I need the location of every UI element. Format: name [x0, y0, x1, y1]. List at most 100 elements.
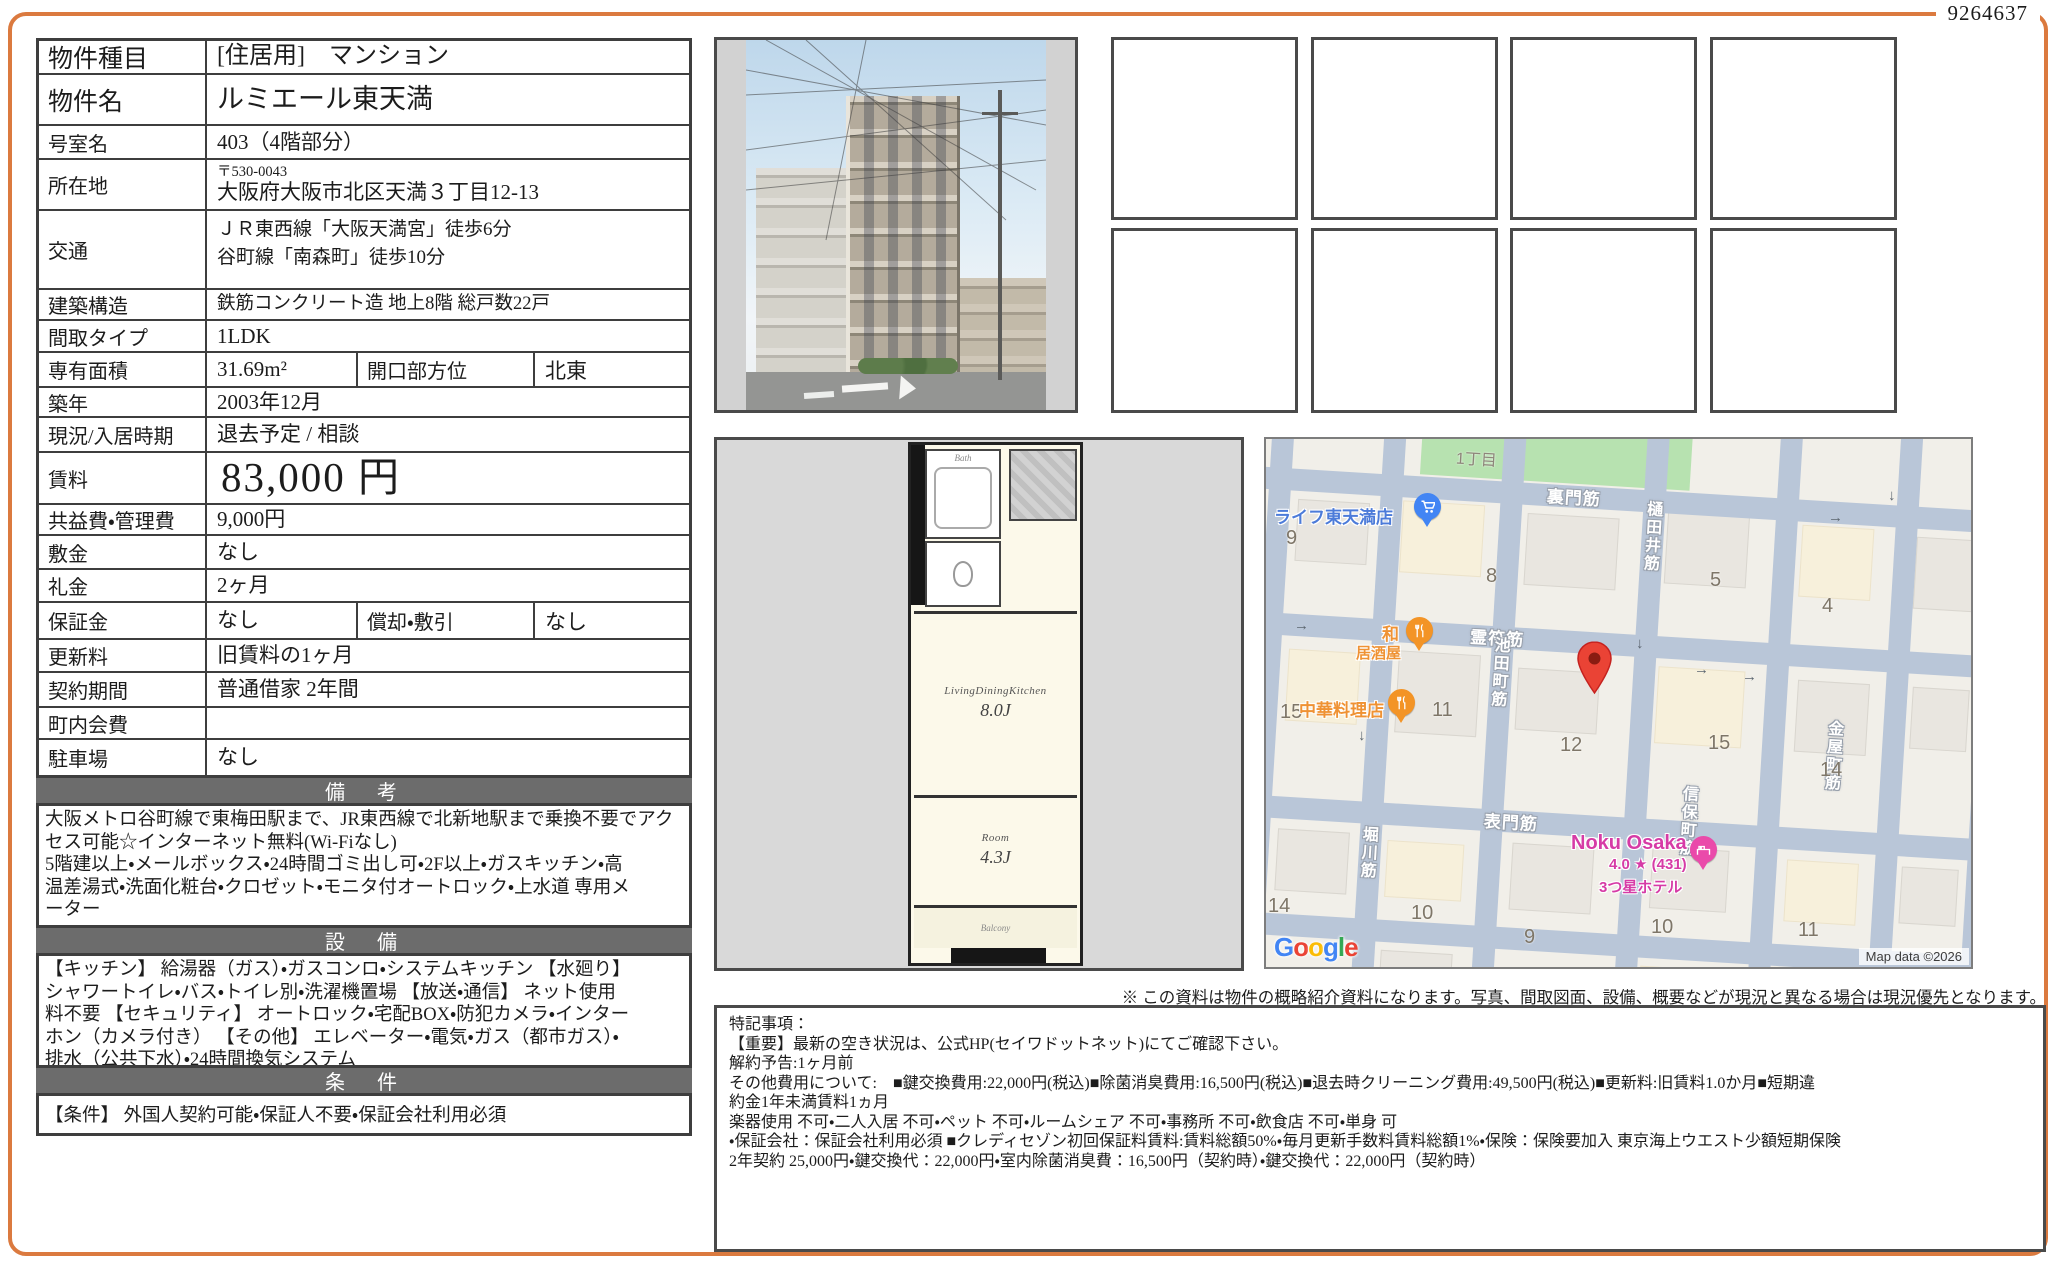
map-arrow-icon: → [1828, 509, 1843, 526]
floorplan-elevator [1009, 449, 1077, 521]
row-value-text: 大阪府大阪市北区天満３丁目12-13 [217, 180, 689, 204]
property-row: 共益費・管理費9,000円 [39, 505, 689, 536]
special-notes-line: その他費用について: ■鍵交換費用:22,000円(税込)■除菌消臭費用:16,… [729, 1074, 2031, 1094]
property-row: 号室名 403（4階部分） [39, 126, 689, 160]
property-row: 町内会費 [39, 708, 689, 740]
row-value-text: 1LDK [217, 324, 689, 348]
map-building [1798, 525, 1874, 601]
room-label: Room [982, 832, 1010, 844]
map-copyright: Map data ©2026 [1859, 948, 1969, 965]
property-row: 保証金なし償却・敷引なし [39, 603, 689, 640]
map-poi-pointer [1396, 715, 1406, 723]
row-value-text: 403（4階部分） [217, 130, 689, 154]
row-value-line: 谷町線「南森町」徒歩10分 [217, 244, 689, 272]
conditions-text: 【条件】 外国人契約可能・保証人不要・保証会社利用必須 [36, 1093, 692, 1136]
row-value-text: 2ヶ月 [217, 573, 689, 597]
map-poi-pointer [1422, 519, 1432, 527]
map-building [1783, 859, 1859, 925]
row-label: 間取タイプ [39, 321, 207, 351]
property-row: 礼金2ヶ月 [39, 570, 689, 603]
property-row: 敷金なし [39, 536, 689, 570]
equipment-text: 【キッチン】 給湯器（ガス）・ガスコンロ・システムキッチン 【水廻り】シャワート… [36, 953, 692, 1068]
google-logo-letter: o [1293, 932, 1308, 962]
row-value-text: 83,000 円 [221, 454, 689, 501]
row-value: 31.69m² [207, 353, 358, 386]
row-label-2: 開口部方位 [358, 353, 535, 386]
map-block-number: 10 [1651, 916, 1673, 939]
map-building [1378, 950, 1452, 969]
map-block-number: 15 [1708, 732, 1730, 755]
map-street-label: 裏門筋 [1546, 482, 1601, 510]
document-number: 9264637 [1936, 1, 2041, 26]
row-value-text: なし [217, 608, 356, 632]
row-value: 旧賃料の1ヶ月 [207, 640, 689, 671]
row-label: 物件種目 [39, 41, 207, 73]
row-label: 現況/入居時期 [39, 418, 207, 451]
special-notes-line: 特記事項： [729, 1015, 2031, 1035]
photo-placeholder [1311, 228, 1498, 413]
floorplan-room: Room 4.3J [914, 795, 1077, 902]
map-building [1654, 666, 1746, 748]
map-block-number: 10 [1411, 902, 1433, 925]
row-label: 号室名 [39, 126, 207, 158]
row-value: 83,000 円 [207, 453, 689, 503]
map-poi-rating: 4.0 ★ (431) [1609, 855, 1687, 873]
map-street-label: 池田町筋 [1484, 636, 1512, 709]
remarks-header: 備 考 [36, 778, 692, 803]
row-value [207, 708, 689, 738]
row-label: 保証金 [39, 603, 207, 638]
row-label: 築年 [39, 388, 207, 416]
row-value-postal: 〒530-0043 [217, 165, 689, 180]
row-value: なし [207, 536, 689, 568]
map-arrow-icon: ↓ [1636, 635, 1644, 652]
row-value-text: [住居用] マンション [217, 43, 689, 71]
map-building [1898, 866, 1958, 926]
row-value-2: 北東 [535, 353, 689, 386]
row-value-text: 退去予定 / 相談 [217, 422, 689, 446]
map-street-label: 1丁目 [1455, 444, 1497, 470]
map-block-number: 4 [1822, 595, 1833, 618]
conditions-line: 【条件】 外国人契約可能・保証人不要・保証会社利用必須 [45, 1099, 683, 1133]
row-label: 賃料 [39, 453, 207, 503]
row-value: ＪＲ東西線「大阪天満宮」徒歩6分谷町線「南森町」徒歩10分 [207, 211, 689, 288]
floorplan-box: Bath LivingDiningKitchen 8.0J Room 4.3J … [714, 437, 1244, 971]
row-value: [住居用] マンション [207, 41, 689, 73]
row-label: 更新料 [39, 640, 207, 671]
property-table: 物件種目[住居用] マンション物件名ルミエール東天満号室名403（4階部分）所在… [36, 38, 692, 778]
row-value-line: ＪＲ東西線「大阪天満宮」徒歩6分 [217, 216, 689, 244]
row-value: ルミエール東天満 [207, 75, 689, 124]
special-notes-line: 解約予告:1ヶ月前 [729, 1054, 2031, 1074]
floorplan-balcony: Balcony [914, 905, 1077, 948]
property-row: 交通ＪＲ東西線「大阪天満宮」徒歩6分谷町線「南森町」徒歩10分 [39, 211, 689, 290]
row-label: 所在地 [39, 160, 207, 209]
property-row: 物件名ルミエール東天満 [39, 75, 689, 126]
google-logo-letter: G [1274, 932, 1293, 962]
floorplan-bath: Bath [925, 449, 1001, 539]
map-block-number: 11 [1432, 699, 1453, 722]
remarks-line: 大阪メトロ谷町線で東梅田駅まで、JR東西線で北新地駅まで乗換不要でアク [45, 809, 683, 832]
row-label: 物件名 [39, 75, 207, 124]
map-building [1523, 513, 1619, 590]
building-photo [714, 37, 1078, 413]
map-pin-icon [1576, 641, 1613, 700]
utility-pole-crossarm [982, 112, 1018, 115]
photo-placeholder [1510, 37, 1697, 220]
cart-icon [1414, 493, 1441, 520]
utility-pole [998, 90, 1002, 380]
road-marking-arrow [899, 375, 917, 400]
conditions-header: 条 件 [36, 1068, 692, 1093]
map-poi-sublabel: 居酒屋 [1356, 642, 1401, 663]
equipment-line: 【キッチン】 給湯器（ガス）・ガスコンロ・システムキッチン 【水廻り】 [45, 959, 683, 982]
property-row: 物件種目 [住居用] マンション [39, 41, 689, 75]
property-row: 契約期間普通借家 2年間 [39, 673, 689, 708]
special-notes-line: 楽器使用 不可・二人入居 不可・ペット 不可・ルームシェア 不可・事務所 不可・… [729, 1113, 2031, 1133]
floorplan-shaft [911, 445, 925, 605]
row-value-text: 9,000円 [217, 507, 689, 531]
map-block-number: 9 [1524, 926, 1535, 949]
photo-placeholder [1510, 228, 1697, 413]
row-value: 9,000円 [207, 505, 689, 534]
map-building [1913, 537, 1973, 613]
row-label-2: 償却・敷引 [358, 603, 535, 638]
photo-placeholder [1311, 37, 1498, 220]
floorplan-ldk: LivingDiningKitchen 8.0J [914, 611, 1077, 792]
